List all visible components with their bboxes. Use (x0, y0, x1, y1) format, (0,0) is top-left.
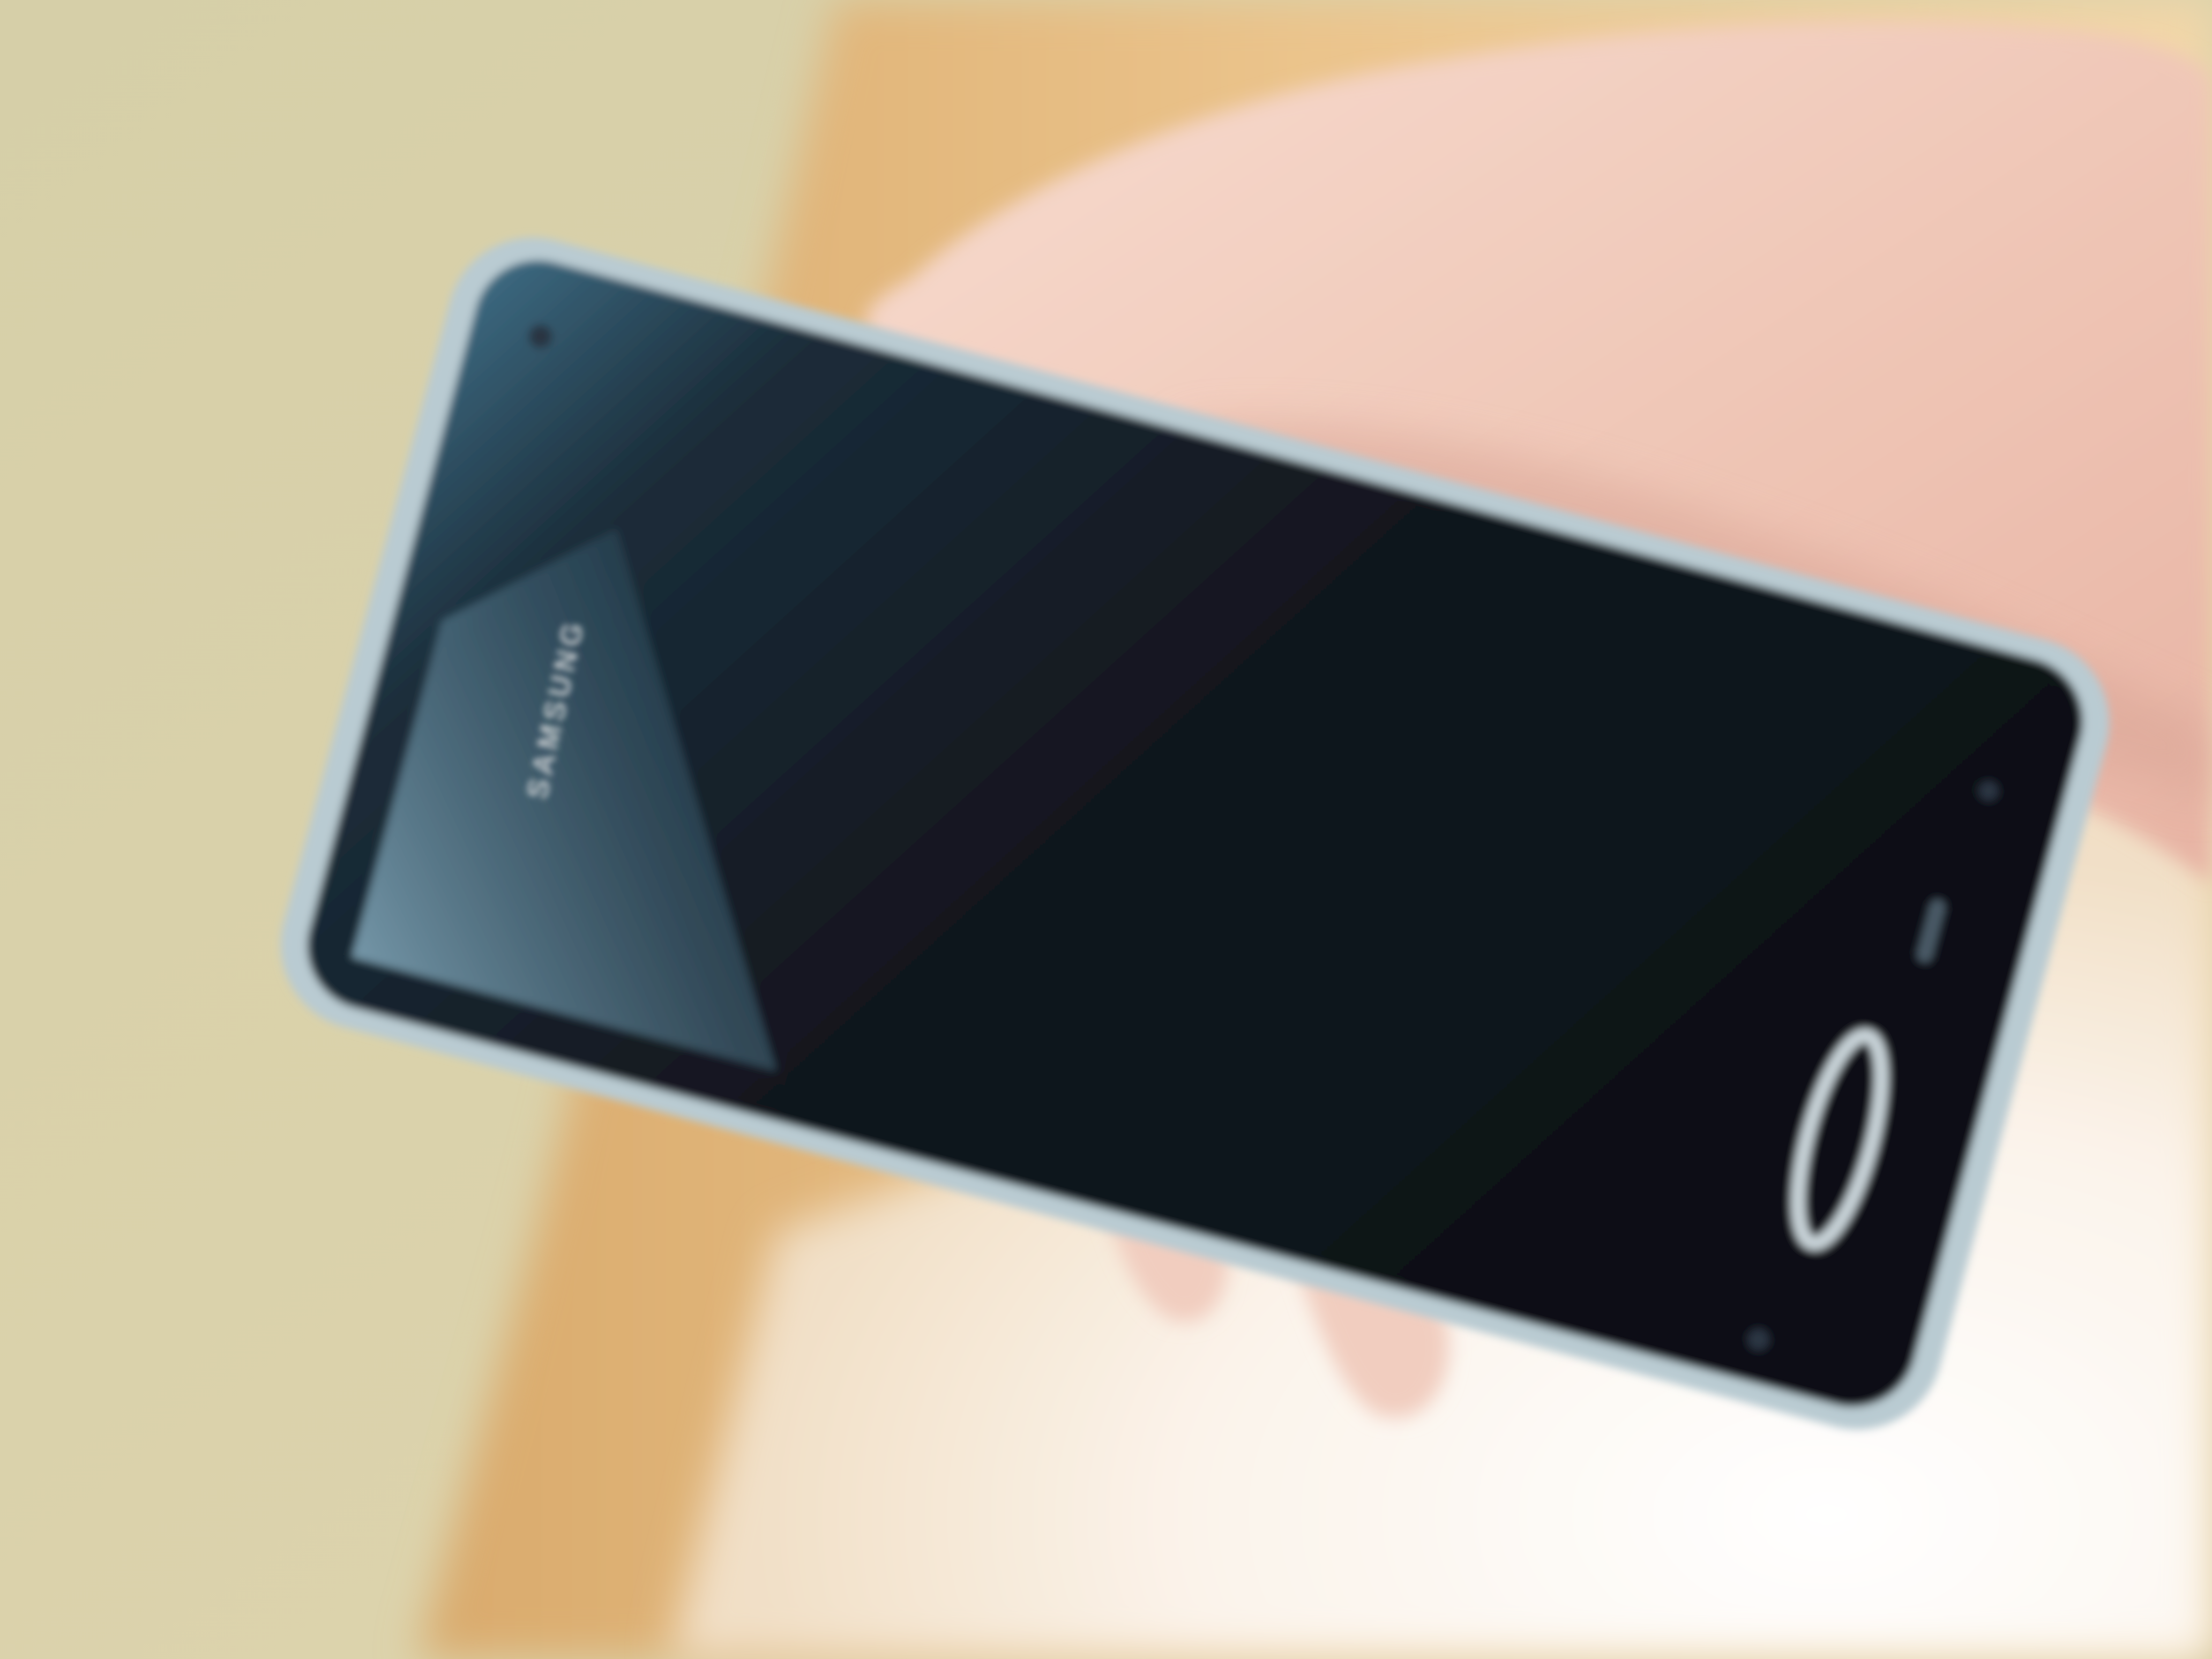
photo-scene: SAMSUNG (0, 0, 2212, 1659)
photo-canvas (0, 0, 2212, 1659)
